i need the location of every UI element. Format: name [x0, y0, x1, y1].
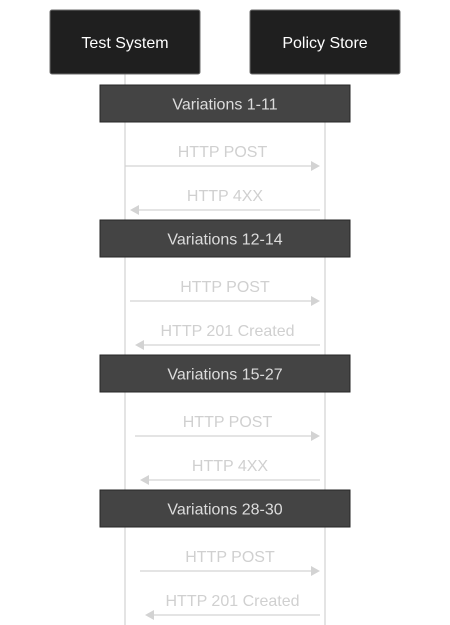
message: HTTP POST: [130, 279, 320, 306]
variation-note-label: Variations 15-27: [167, 367, 282, 384]
message: HTTP POST: [135, 414, 320, 441]
message-label: HTTP POST: [183, 414, 273, 431]
participant-label: Test System: [81, 35, 168, 52]
variation-group: Variations 15-27 HTTP POST HTTP 4XX: [99, 354, 351, 485]
variation-note-label: Variations 28-30: [167, 502, 282, 519]
message-label: HTTP 201 Created: [166, 593, 300, 610]
message-label: HTTP POST: [178, 144, 268, 161]
variation-group: Variations 1-11 HTTP POST HTTP 4XX: [99, 84, 351, 215]
arrow-head-icon: [311, 296, 320, 306]
message-label: HTTP 201 Created: [161, 323, 295, 340]
arrow-head-icon: [311, 566, 320, 576]
message: HTTP POST: [140, 549, 320, 576]
variation-group: Variations 28-30 HTTP POST HTTP 201 Create…: [99, 489, 351, 620]
message-label: HTTP 4XX: [187, 188, 264, 205]
variation-note-label: Variations 1-11: [172, 97, 277, 114]
message-label: HTTP POST: [185, 549, 275, 566]
message: HTTP 4XX: [140, 458, 320, 485]
arrow-head-icon: [311, 431, 320, 441]
message: HTTP POST: [125, 144, 320, 171]
message-label: HTTP POST: [180, 279, 270, 296]
message: HTTP 201 Created: [145, 593, 320, 620]
arrow-head-icon: [145, 610, 154, 620]
participant-test-system: Test System: [49, 9, 201, 75]
arrow-head-icon: [140, 475, 149, 485]
message: HTTP 4XX: [130, 188, 320, 215]
message: HTTP 201 Created: [135, 323, 320, 350]
participant-label: Policy Store: [282, 35, 367, 52]
participants: Test System Policy Store: [49, 9, 401, 75]
variation-groups: Variations 1-11HTTP POSTHTTP 4XXVariatio…: [99, 84, 351, 620]
variation-group: Variations 12-14 HTTP POST HTTP 201 Create…: [99, 219, 351, 350]
participant-policy-store: Policy Store: [249, 9, 401, 75]
arrow-head-icon: [135, 340, 144, 350]
sequence-diagram: Test System Policy Store Variations 1-11 H…: [49, 9, 401, 625]
message-label: HTTP 4XX: [192, 458, 269, 475]
arrow-head-icon: [130, 205, 139, 215]
variation-note-label: Variations 12-14: [167, 232, 282, 249]
arrow-head-icon: [311, 161, 320, 171]
